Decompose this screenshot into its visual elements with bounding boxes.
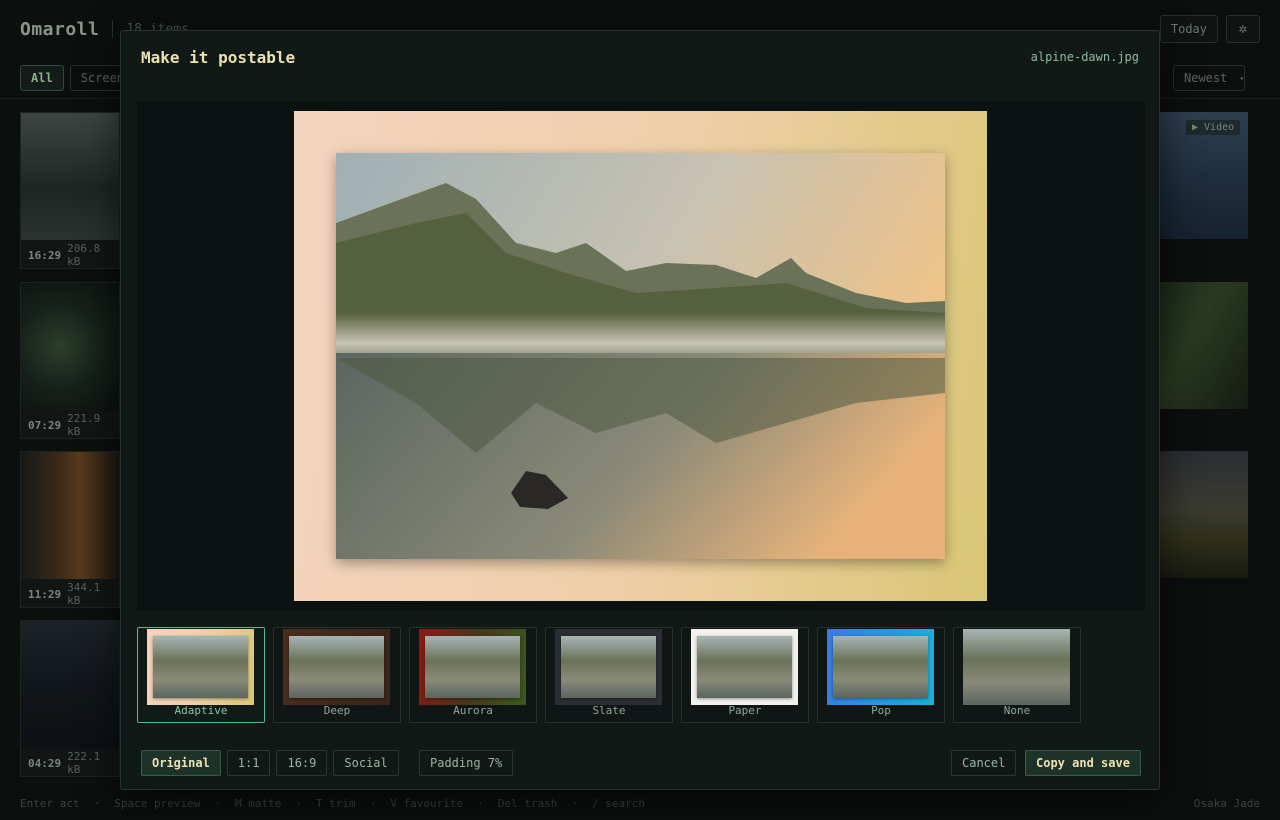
matte-presets: Adaptive Deep Aurora Slate Paper Pop Non… [137,627,1081,723]
preset-label: Slate [592,704,626,717]
app-title: Omaroll [20,18,100,40]
preset-label: Deep [323,704,351,717]
hint-separator: · [369,796,377,810]
hint-separator: · [571,796,579,810]
gallery-card[interactable] [1158,451,1248,608]
thumbnail-image [21,283,119,410]
dialog-title: Make it postable [141,48,296,67]
gallery-card[interactable] [1158,282,1248,439]
preset-adaptive[interactable]: Adaptive [137,627,265,723]
video-badge: ▶ Video [1186,120,1241,135]
preset-none[interactable]: None [953,627,1081,723]
postable-dialog: Make it postable alpine-dawn.jpg Adaptiv… [120,30,1160,790]
theme-name: Osaka Jade [1193,796,1260,810]
preset-thumbnail [697,636,792,698]
gallery-card[interactable]: 11:29 344.1 kB [20,451,120,608]
hint-separator: · [214,796,221,810]
card-time: 11:29 [28,587,62,601]
gallery-card[interactable]: ▶ Video [1158,112,1248,269]
preset-swatch [691,629,798,705]
card-time: 16:29 [28,248,62,262]
preset-label: Aurora [453,704,493,717]
ratio-social-button[interactable]: Social [333,750,399,776]
preset-thumbnail [289,636,384,698]
gallery-card[interactable]: 04:29 222.1 kB [20,620,120,777]
ratio-1-1-button[interactable]: 1:1 [226,750,271,776]
thumbnail-image [1158,451,1248,578]
gallery-card[interactable]: 07:29 221.9 kB [20,282,120,439]
hint-separator: · [477,796,484,810]
preset-paper[interactable]: Paper [681,627,809,723]
ratio-original-button[interactable]: Original [141,750,221,776]
hint-search: / search [592,796,646,810]
card-time: 04:29 [28,756,62,770]
preset-label: Adaptive [174,704,228,717]
sort-select[interactable]: Newest ▾ [1173,65,1245,91]
filter-chip-all[interactable]: All [20,65,64,91]
card-size: 206.8 kB [67,242,101,268]
hint-separator: · [93,796,101,810]
file-name: alpine-dawn.jpg [1030,50,1139,64]
padding-button[interactable]: Padding 7% [419,750,514,776]
thumbnail-image [1158,282,1248,409]
preset-swatch [827,629,934,705]
preset-pop[interactable]: Pop [817,627,945,723]
hint-separator: · [295,796,302,810]
hint-trash: Del trash [497,796,558,810]
preset-label: Paper [728,704,762,717]
gallery-card[interactable]: 16:29 206.8 kB [20,112,120,269]
thumbnail-image [21,113,119,240]
preset-label: Pop [871,704,891,717]
copy-and-save-button[interactable]: Copy and save [1025,750,1141,776]
today-button[interactable]: Today [1159,15,1218,43]
hint-favourite: V favourite [390,796,464,810]
hint-enter: Enter act [20,796,80,810]
preset-swatch [419,629,526,705]
hint-trim: T trim [315,796,356,810]
thumbnail-image [21,452,119,579]
filter-bar: All Screen [20,65,136,91]
card-size: 221.9 kB [67,412,101,438]
cancel-button[interactable]: Cancel [951,750,1017,776]
preset-swatch [963,629,1070,705]
preview-area [137,101,1145,611]
preset-thumbnail [833,636,928,698]
shortcut-hints: Enter act · Space preview · M matte · T … [20,795,1260,811]
gear-icon[interactable]: ✲ [1226,15,1260,43]
card-time: 07:29 [28,418,62,432]
header-divider [112,20,114,38]
hint-matte: M matte [234,796,282,810]
landscape-image [336,153,945,559]
preset-deep[interactable]: Deep [273,627,401,723]
sort-label: Newest [1184,71,1228,85]
preset-thumbnail [153,636,248,698]
preset-aurora[interactable]: Aurora [409,627,537,723]
ratio-16-9-button[interactable]: 16:9 [276,750,328,776]
preset-thumbnail [963,629,1070,705]
photo-preview [336,153,945,559]
preset-label: None [1003,704,1031,717]
thumbnail-image [21,621,119,748]
preset-swatch [283,629,390,705]
aspect-ratio-group: Original 1:1 16:9 Social [141,750,399,776]
card-size: 222.1 kB [67,750,101,776]
chevron-down-icon: ▾ [1239,73,1245,83]
hint-space: Space preview [114,796,201,810]
preset-slate[interactable]: Slate [545,627,673,723]
card-size: 344.1 kB [67,581,101,607]
preset-thumbnail [425,636,520,698]
preset-swatch [555,629,662,705]
preset-swatch [147,629,254,705]
preset-thumbnail [561,636,656,698]
matte-preview [294,111,987,601]
